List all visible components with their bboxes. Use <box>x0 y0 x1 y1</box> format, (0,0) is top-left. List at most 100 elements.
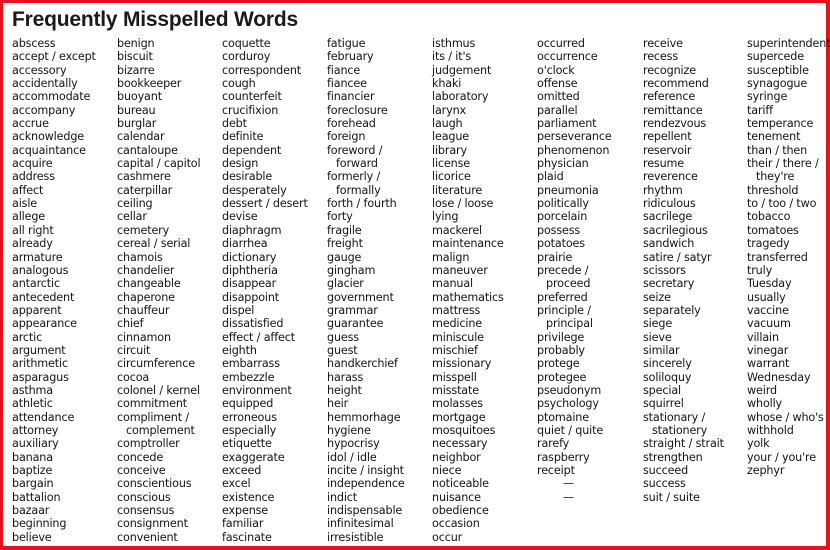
word-entry: gingham <box>327 263 376 277</box>
word-entry: to / too / two <box>747 197 817 211</box>
word-entry: phenomenon <box>537 143 610 157</box>
word-entry: accessory <box>12 63 67 77</box>
word-entry: disappoint <box>222 290 280 304</box>
word-entry: capital / capitol <box>117 157 201 171</box>
word-entry: psychology <box>537 397 599 411</box>
word-entry: devise <box>222 210 258 224</box>
word-entry: secretary <box>643 277 695 291</box>
word-entry: their / there / <box>747 157 819 171</box>
word-entry: bureau <box>117 103 156 117</box>
word-entry: sandwich <box>643 237 695 251</box>
word-entry: benign <box>117 37 155 50</box>
word-entry: idol / idle <box>327 450 377 464</box>
word-entry: accommodate <box>12 90 91 104</box>
word-entry: conceive <box>117 464 166 477</box>
word-entry: disappear <box>222 277 277 291</box>
word-entry: politically <box>537 197 589 211</box>
word-entry: counterfeit <box>222 90 282 104</box>
word-entry: lying <box>432 210 459 224</box>
word-entry: licorice <box>432 170 471 184</box>
word-entry: remittance <box>643 103 703 117</box>
word-entry: preferred <box>537 290 588 304</box>
word-entry: license <box>432 157 471 171</box>
word-entry: freight <box>327 237 363 251</box>
word-entry: laugh <box>432 117 463 131</box>
word-entry: sacrilege <box>643 210 693 224</box>
word-entry: circumference <box>117 357 195 371</box>
word-entry: succeed <box>643 464 689 477</box>
page-title: Frequently Misspelled Words <box>12 8 298 31</box>
word-entry: parliament <box>537 117 597 131</box>
word-column-1: abscess accept / except accessory accidenta… <box>12 37 96 544</box>
word-entry: bizarre <box>117 63 155 77</box>
word-entry: sincerely <box>643 357 692 371</box>
word-entry: khaki <box>432 77 462 91</box>
word-entry: squirrel <box>643 397 684 411</box>
word-entry: molasses <box>432 397 483 411</box>
word-entry: recognize <box>643 63 696 77</box>
word-entry: handkerchief <box>327 357 398 371</box>
word-entry: antarctic <box>12 277 60 291</box>
word-entry: offense <box>537 77 578 91</box>
word-entry: asthma <box>12 383 54 397</box>
word-entry: accrue <box>12 117 49 131</box>
word-entry: all right <box>12 223 54 237</box>
word-entry: principle / <box>537 303 591 317</box>
word-column-7: receive recess recognize recommend reference… <box>643 37 724 504</box>
word-entry: niece <box>432 464 462 477</box>
word-entry: prairie <box>537 250 573 264</box>
word-entry: dispel <box>222 303 255 317</box>
word-entry: villain <box>747 330 779 344</box>
word-entry: analogous <box>12 263 69 277</box>
word-entry: yolk <box>747 437 770 451</box>
word-entry: malign <box>432 250 470 264</box>
word-entry: occasion <box>432 517 480 531</box>
word-entry: seize <box>643 290 671 304</box>
word-entry: o'clock <box>537 63 575 77</box>
word-entry: tomatoes <box>747 223 799 237</box>
word-entry: indispensable <box>327 504 403 518</box>
word-entry: its / it's <box>432 50 472 64</box>
word-entry: occurrence <box>537 50 598 64</box>
word-entry: buoyant <box>117 90 162 104</box>
word-entry: antecedent <box>12 290 75 304</box>
word-entry: protege <box>537 357 580 371</box>
word-entry: aisle <box>12 197 38 211</box>
word-entry: rarefy <box>537 437 570 451</box>
word-entry: vinegar <box>747 343 789 357</box>
word-entry: ridiculous <box>643 197 696 211</box>
word-entry: consensus <box>117 504 175 518</box>
word-entry: chief <box>117 317 144 331</box>
word-entry: superintendent <box>747 37 830 50</box>
word-entry: mortgage <box>432 410 486 424</box>
word-entry: than / then <box>747 143 808 157</box>
word-entry: etiquette <box>222 437 272 451</box>
word-entry-continuation: they're <box>756 170 795 184</box>
word-entry: irresistible <box>327 530 384 544</box>
word-entry: glacier <box>327 277 364 291</box>
word-entry: tobacco <box>747 210 791 224</box>
word-entry: circuit <box>117 343 151 357</box>
word-entry: government <box>327 290 394 304</box>
word-column-2: benign biscuit bizarre bookkeeper buoyant bur… <box>117 37 201 544</box>
word-entry: cinnamon <box>117 330 171 344</box>
word-entry: quiet / quite <box>537 423 604 437</box>
word-entry: synagogue <box>747 77 808 91</box>
word-entry: obedience <box>432 504 489 518</box>
word-entry: chamois <box>117 250 163 264</box>
word-entry: Wednesday <box>747 370 811 384</box>
word-entry: definite <box>222 130 264 144</box>
word-entry: recess <box>643 50 679 64</box>
word-entry: erroneous <box>222 410 277 424</box>
word-entry-continuation: proceed <box>546 277 591 291</box>
word-entry: isthmus <box>432 37 476 50</box>
word-entry-continuation: formally <box>336 183 381 197</box>
word-entry: usually <box>747 290 786 304</box>
word-entry: reservoir <box>643 143 692 157</box>
word-column-3: coquette corduroy correspondent cough counte… <box>222 37 308 544</box>
word-entry: reference <box>643 90 696 104</box>
word-entry: guarantee <box>327 317 384 331</box>
word-entry: fragile <box>327 223 362 237</box>
word-entry: omitted <box>537 90 580 104</box>
word-entry: desperately <box>222 183 287 197</box>
